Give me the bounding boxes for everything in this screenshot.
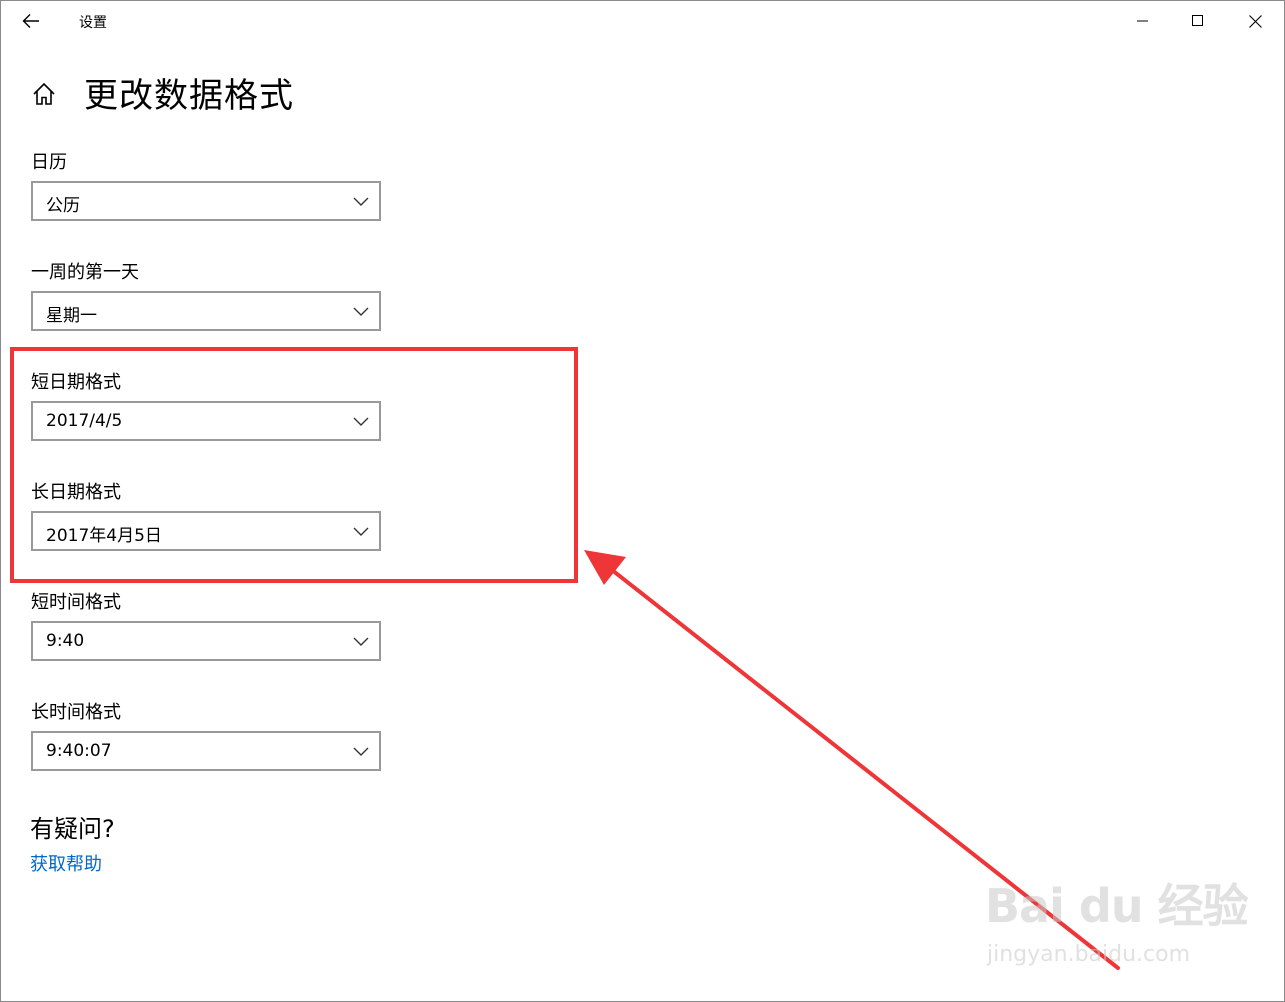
minimize-button[interactable] xyxy=(1115,0,1171,42)
calendar-dropdown[interactable]: 公历 xyxy=(31,181,381,221)
annotation-highlight-box xyxy=(10,347,578,583)
first-day-of-week-value: 星期一 xyxy=(46,306,97,326)
app-title: 设置 xyxy=(79,15,107,31)
first-day-of-week-label: 一周的第一天 xyxy=(31,262,139,283)
chevron-down-icon xyxy=(353,307,369,316)
maximize-button[interactable] xyxy=(1170,0,1226,42)
first-day-of-week-dropdown[interactable]: 星期一 xyxy=(31,291,381,331)
long-time-dropdown[interactable]: 9:40:07 xyxy=(31,731,381,771)
help-heading: 有疑问? xyxy=(30,815,115,843)
short-time-label: 短时间格式 xyxy=(31,592,121,613)
short-time-value: 9:40 xyxy=(46,631,85,651)
chevron-down-icon xyxy=(353,637,369,646)
back-arrow-icon xyxy=(22,14,39,28)
chevron-down-icon xyxy=(353,197,369,206)
title-bar: 设置 xyxy=(0,0,1285,42)
get-help-link[interactable]: 获取帮助 xyxy=(30,850,102,876)
minimize-icon xyxy=(1137,20,1148,22)
chevron-down-icon xyxy=(353,747,369,756)
short-time-dropdown[interactable]: 9:40 xyxy=(31,621,381,661)
back-button[interactable] xyxy=(14,6,48,36)
watermark-url: jingyan.baidu.com xyxy=(987,942,1191,967)
page-title: 更改数据格式 xyxy=(84,76,294,116)
long-time-value: 9:40:07 xyxy=(46,741,112,761)
close-icon xyxy=(1248,14,1262,28)
calendar-label: 日历 xyxy=(31,152,67,173)
baidu-watermark: Bai du 经验 jingyan.baidu.com xyxy=(985,870,1249,980)
close-button[interactable] xyxy=(1227,0,1283,42)
maximize-icon xyxy=(1192,15,1203,26)
home-button[interactable] xyxy=(30,80,58,108)
home-icon xyxy=(33,82,55,105)
watermark-brand: Bai du 经验 xyxy=(985,879,1249,933)
calendar-value: 公历 xyxy=(46,196,80,216)
long-time-label: 长时间格式 xyxy=(31,702,121,723)
